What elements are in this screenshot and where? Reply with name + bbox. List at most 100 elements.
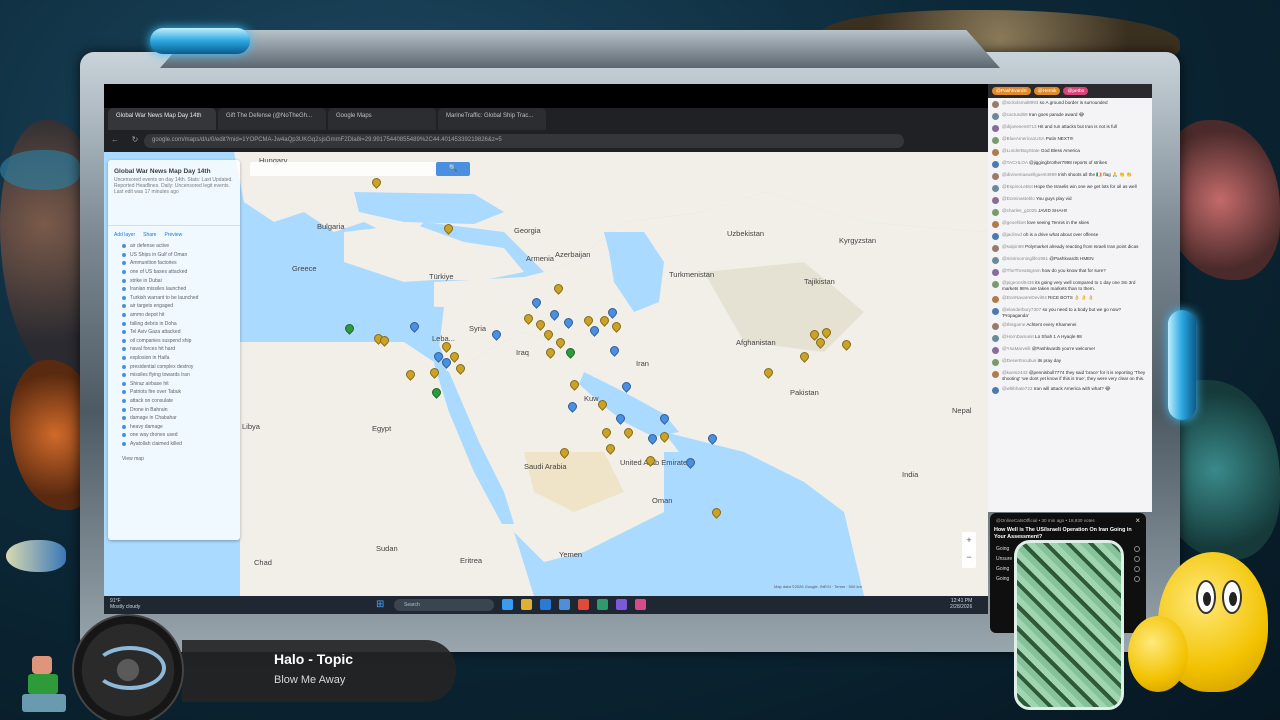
zoom-control[interactable]: + − <box>962 532 976 568</box>
avatar[interactable] <box>992 173 999 180</box>
reload-icon[interactable]: ↻ <box>130 135 140 145</box>
chat-author[interactable]: @kansi2443 <box>1002 370 1028 375</box>
chrome-icon[interactable] <box>578 599 589 610</box>
chat-author[interactable]: @DonNavarreDevil04 <box>1002 295 1047 300</box>
chat-author[interactable]: @YsaMarvelli <box>1002 346 1030 351</box>
layer-item[interactable]: Ayatollah claimed killed <box>108 440 240 449</box>
layer-item[interactable]: air targets engaged <box>108 302 240 311</box>
avatar[interactable] <box>992 257 999 264</box>
avatar[interactable] <box>992 197 999 204</box>
chat-author[interactable]: @nickolsmal8993 <box>1002 100 1038 105</box>
app-icon[interactable] <box>597 599 608 610</box>
app-icon[interactable] <box>559 599 570 610</box>
avatar[interactable] <box>992 347 999 355</box>
map-view[interactable]: Hungary Bulgaria Greece Türkiye Georgia … <box>104 152 988 596</box>
layer-item[interactable]: oil companies suspend ship <box>108 337 240 346</box>
avatar[interactable] <box>992 209 999 216</box>
browser-tab[interactable]: Google Maps <box>328 108 436 130</box>
layer-item[interactable]: Turkish warrant to be launched <box>108 294 240 303</box>
avatar[interactable] <box>992 149 999 156</box>
chat-author[interactable]: @charles_g1025 <box>1002 208 1037 213</box>
layer-item[interactable]: explosion in Haifa <box>108 354 240 363</box>
layer-item[interactable]: presidential complex destroy <box>108 362 240 371</box>
chat-author[interactable]: @elanderbury7307 <box>1002 307 1041 312</box>
layer-item[interactable]: one way drones used <box>108 431 240 440</box>
layer-item[interactable]: Patriots fire over Tabuk <box>108 388 240 397</box>
avatar[interactable] <box>992 185 999 192</box>
avatar[interactable] <box>992 125 999 132</box>
layer-item[interactable]: missiles flying towards Iran <box>108 371 240 380</box>
app-icon[interactable] <box>635 599 646 610</box>
browser-tab[interactable]: Gift The Defense (@NoTheGh... <box>218 108 326 130</box>
avatar[interactable] <box>992 161 999 168</box>
chat-author[interactable]: @LunderBayState <box>1002 148 1040 153</box>
layer-item[interactable]: US Ships in Gulf of Oman <box>108 251 240 260</box>
chat-author[interactable]: @thisgame <box>1002 322 1025 327</box>
layer-item[interactable]: attack on consulate <box>108 397 240 406</box>
back-icon[interactable]: ← <box>110 135 120 145</box>
chat-author[interactable]: @HornDamanit <box>1002 334 1034 339</box>
chat-author[interactable]: @salpin98 <box>1002 244 1024 249</box>
chat-author[interactable]: @divinemaxwellguest4999 <box>1002 172 1057 177</box>
close-icon[interactable]: × <box>1135 516 1140 525</box>
layer-item[interactable]: Shiraz airbase hit <box>108 380 240 389</box>
zoom-out-icon[interactable]: − <box>962 549 976 566</box>
avatar[interactable] <box>992 308 999 316</box>
layer-item[interactable]: Tel Aviv Gaza attacked <box>108 328 240 337</box>
browser-tab[interactable]: MarineTraffic: Global Ship Trac... <box>438 108 546 130</box>
folder-icon[interactable] <box>521 599 532 610</box>
edge-icon[interactable] <box>540 599 551 610</box>
layer-item[interactable]: strike in Dubai <box>108 276 240 285</box>
layer-item[interactable]: Iranian missiles launched <box>108 285 240 294</box>
avatar[interactable] <box>992 221 999 228</box>
chat-author[interactable]: @DesertIncubus <box>1002 358 1036 363</box>
chat-author[interactable]: @jaclinvd <box>1002 232 1022 237</box>
view-map-link[interactable]: View map <box>108 448 240 470</box>
taskbar-clock[interactable]: 12:41 PM 2/28/2026 <box>950 598 972 610</box>
chat-author[interactable]: @dijanesen8713 <box>1002 124 1037 129</box>
chat-author[interactable]: @TACHLOA <box>1002 160 1028 165</box>
chat-author[interactable]: @EspinoLeBot <box>1002 184 1033 189</box>
preview-button[interactable]: Preview <box>164 232 182 238</box>
taskbar-search-input[interactable]: Search <box>394 599 494 611</box>
chat-author[interactable]: @cactusd69 <box>1002 112 1028 117</box>
chat-author[interactable]: @pigeonsl9436 <box>1002 280 1034 285</box>
avatar[interactable] <box>992 359 999 367</box>
layer-item[interactable]: Ammunition factories <box>108 259 240 268</box>
avatar[interactable] <box>992 281 999 288</box>
avatar[interactable] <box>992 296 999 304</box>
member-pill[interactable]: @Hernik <box>1033 87 1061 95</box>
layer-item[interactable]: Drone in Bahrain <box>108 405 240 414</box>
weather-widget[interactable]: 91°F Mostly cloudy <box>110 598 140 610</box>
chat-author[interactable]: @mintmorninglife1991 <box>1002 256 1048 261</box>
layer-item[interactable]: one of US bases attacked <box>108 268 240 277</box>
avatar[interactable] <box>992 371 999 379</box>
chat-author[interactable]: @BlueAmerica1USA <box>1002 136 1044 141</box>
layer-item[interactable]: damage in Chabahar <box>108 414 240 423</box>
chat-author[interactable]: @TheThreatsgram <box>1002 268 1041 273</box>
search-icon[interactable]: 🔍 <box>436 162 470 176</box>
layer-item[interactable]: naval forces hit hard <box>108 345 240 354</box>
avatar[interactable] <box>992 269 999 276</box>
app-icon[interactable] <box>502 599 513 610</box>
member-pill[interactable]: @petbo <box>1063 87 1089 95</box>
windows-start-icon[interactable]: ⊞ <box>376 600 386 610</box>
avatar[interactable] <box>992 335 999 343</box>
member-pill[interactable]: @PashkvardS <box>992 87 1031 95</box>
layer-item[interactable]: falling debris in Doha <box>108 319 240 328</box>
avatar[interactable] <box>992 233 999 240</box>
avatar[interactable] <box>992 245 999 252</box>
avatar[interactable] <box>992 101 999 108</box>
avatar[interactable] <box>992 386 999 394</box>
url-bar[interactable]: google.com/maps/d/u/0/edit?mid=1YOPCMA-J… <box>144 134 904 148</box>
share-button[interactable]: Share <box>143 232 156 238</box>
add-layer-button[interactable]: Add layer <box>114 232 135 238</box>
chat-author[interactable]: @geoehbet <box>1002 220 1026 225</box>
layer-item[interactable]: air defense active <box>108 242 240 251</box>
layer-item[interactable]: ammo depot hit <box>108 311 240 320</box>
avatar[interactable] <box>992 323 999 331</box>
browser-tab[interactable]: Global War News Map Day 14th <box>108 108 216 130</box>
avatar[interactable] <box>992 137 999 144</box>
zoom-in-icon[interactable]: + <box>962 532 976 549</box>
app-icon[interactable] <box>616 599 627 610</box>
